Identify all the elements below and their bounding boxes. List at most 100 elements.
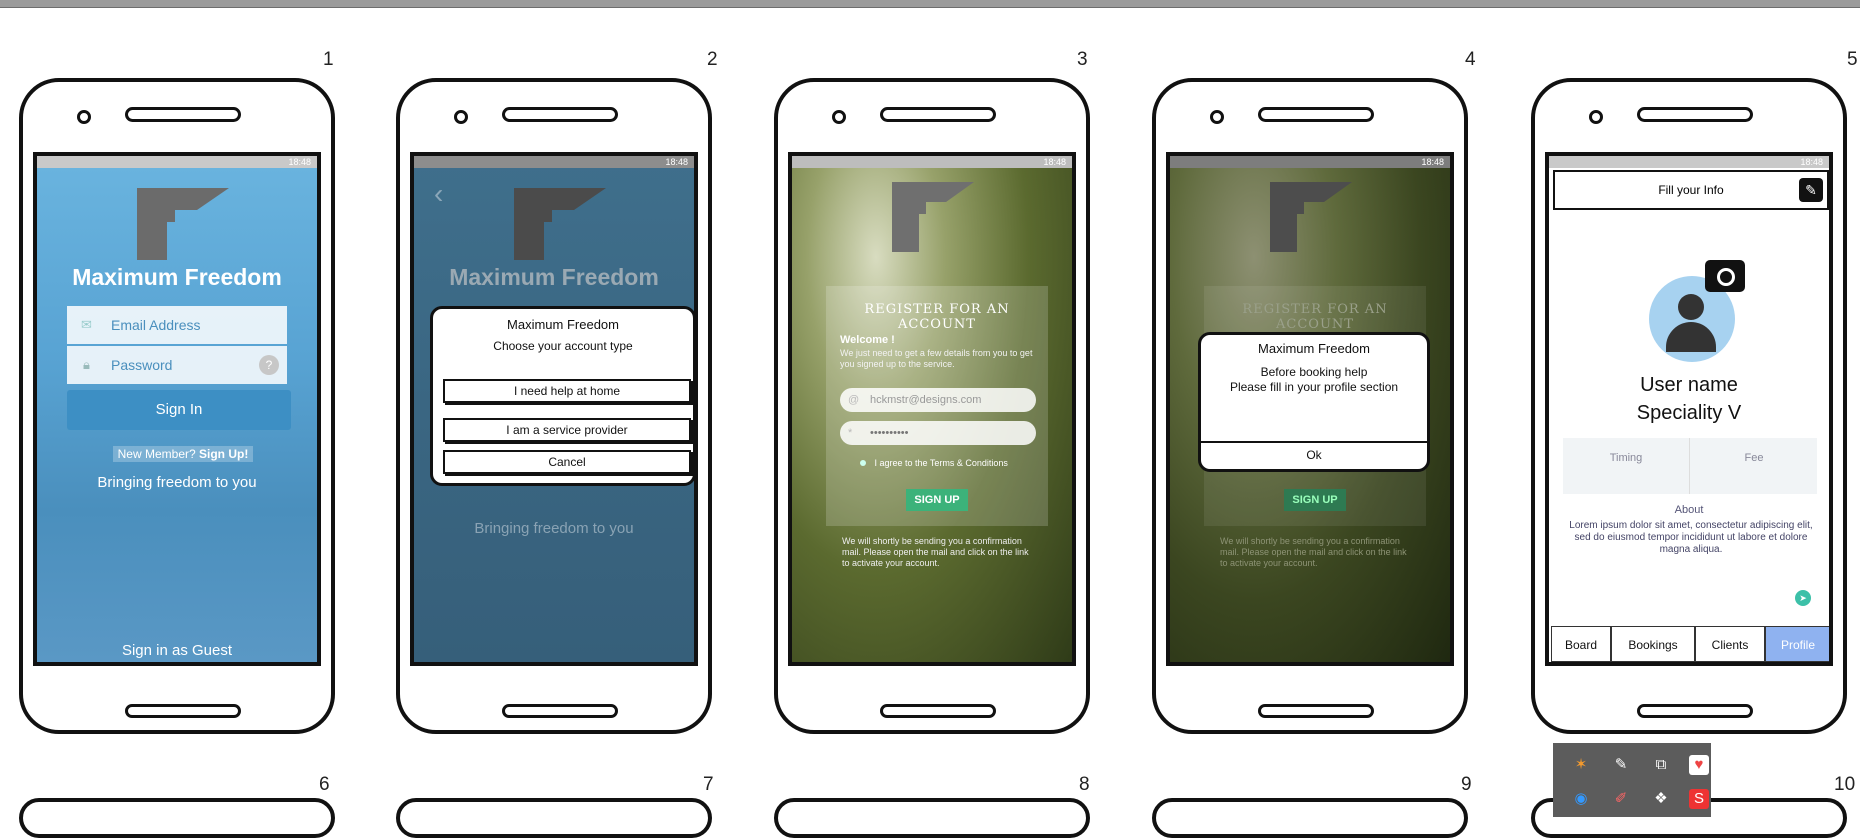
- camera-upload-icon[interactable]: [1705, 260, 1745, 292]
- tagline: Bringing freedom to you: [474, 520, 634, 537]
- terms-checkbox[interactable]: I agree to the Terms & Conditions: [860, 458, 1008, 468]
- password-input[interactable]: * ••••••••••: [840, 421, 1036, 445]
- tab-board[interactable]: Board: [1551, 626, 1611, 662]
- app-icon-5[interactable]: ◉: [1571, 789, 1591, 809]
- home-button: [880, 704, 996, 718]
- guest-sign-in-link[interactable]: Sign in as Guest: [37, 642, 317, 659]
- password-placeholder: Password: [111, 357, 173, 373]
- screen-profile: 18:48 Fill your Info ✎ User name Special…: [1545, 152, 1833, 666]
- camera-icon: [832, 110, 846, 124]
- panel-number-1: 1: [323, 49, 334, 70]
- app-logo-icon: [1270, 182, 1352, 252]
- screen-account-type: 18:48 ‹ Maximum Freedom Maximum Freedom …: [410, 152, 698, 666]
- tab-clients[interactable]: Clients: [1695, 626, 1765, 662]
- panel-number-6: 6: [319, 774, 330, 795]
- welcome-intro: We just need to get a few details from y…: [840, 348, 1033, 369]
- phone-mockup-8: [774, 798, 1090, 838]
- fee-label: Fee: [1744, 452, 1764, 464]
- need-help-button[interactable]: I need help at home: [443, 379, 691, 403]
- panel-number-4: 4: [1465, 49, 1476, 70]
- register-title: REGISTER FOR AN ACCOUNT: [1242, 302, 1388, 332]
- app-icon-6[interactable]: ✐: [1611, 789, 1631, 809]
- phone-mockup-2: 18:48 ‹ Maximum Freedom Maximum Freedom …: [396, 78, 712, 734]
- about-heading: About: [1674, 504, 1704, 516]
- home-button: [1637, 704, 1753, 718]
- phone-mockup-4: 18:48 REGISTER FOR AN ACCOUNT SIGN UP Ma…: [1152, 78, 1468, 734]
- sign-in-button[interactable]: Sign In: [67, 390, 291, 430]
- email-field[interactable]: ✉ Email Address: [67, 306, 287, 344]
- status-bar: 18:48: [37, 156, 317, 168]
- phone-mockup-6: [19, 798, 335, 838]
- asterisk-icon: *: [848, 427, 853, 439]
- app-title: Maximum Freedom: [449, 264, 659, 290]
- new-member-line: New Member? Sign Up!: [113, 446, 253, 462]
- app-icon-3[interactable]: ⧉: [1651, 755, 1671, 775]
- home-button: [502, 704, 618, 718]
- screen-register: 18:48 REGISTER FOR AN ACCOUNT Welcome ! …: [788, 152, 1076, 666]
- confirmation-note: We will shortly be sending you a confirm…: [842, 536, 1029, 568]
- window-top-bar: [0, 0, 1860, 8]
- dialog-title: Maximum Freedom: [507, 317, 619, 332]
- sign-up-button[interactable]: SIGN UP: [906, 489, 968, 511]
- phone-mockup-5: 18:48 Fill your Info ✎ User name Special…: [1531, 78, 1847, 734]
- status-bar: 18:48: [792, 156, 1072, 168]
- status-bar: 18:48: [414, 156, 694, 168]
- user-name: User name: [1640, 374, 1738, 396]
- back-arrow-icon[interactable]: ‹: [434, 178, 443, 210]
- ok-button[interactable]: Ok: [1201, 441, 1427, 469]
- app-logo-icon: [137, 188, 229, 260]
- app-icon-4[interactable]: ♥: [1689, 755, 1709, 775]
- camera-icon: [77, 110, 91, 124]
- sign-up-button: SIGN UP: [1284, 489, 1346, 511]
- panel-number-9: 9: [1461, 774, 1472, 795]
- speaker-grille: [880, 107, 996, 122]
- password-field[interactable]: 🔒︎ Password ?: [67, 346, 287, 384]
- service-provider-button[interactable]: I am a service provider: [443, 418, 691, 442]
- timing-label: Timing: [1563, 438, 1690, 494]
- dialog-line-1: Before booking help: [1260, 365, 1368, 379]
- app-icon-7[interactable]: ❖: [1651, 789, 1671, 809]
- dialog-line-2: Please fill in your profile section: [1229, 380, 1399, 394]
- profile-required-dialog: Maximum Freedom Before booking help Plea…: [1198, 332, 1430, 472]
- dialog-subtitle: Choose your account type: [493, 339, 633, 353]
- tab-profile[interactable]: Profile: [1765, 626, 1829, 662]
- panel-number-7: 7: [703, 774, 714, 795]
- app-title: Maximum Freedom: [72, 264, 282, 290]
- app-logo-icon: [892, 182, 974, 252]
- app-logo-icon: [514, 188, 606, 260]
- phone-mockup-3: 18:48 REGISTER FOR AN ACCOUNT Welcome ! …: [774, 78, 1090, 734]
- email-value: hckmstr@designs.com: [870, 394, 982, 406]
- new-member-label: New Member?: [117, 447, 196, 461]
- sign-up-link[interactable]: Sign Up!: [199, 447, 248, 461]
- phone-mockup-1: 18:48 Maximum Freedom ✉ Email Address 🔒︎…: [19, 78, 335, 734]
- phone-mockup-7: [396, 798, 712, 838]
- lock-icon: 🔒︎: [83, 357, 90, 372]
- bottom-tab-bar: Board Bookings Clients Profile: [1551, 626, 1829, 662]
- about-text: Lorem ipsum dolor sit amet, consectetur …: [1569, 520, 1813, 555]
- register-title: REGISTER FOR AN ACCOUNT: [864, 302, 1010, 332]
- speaker-grille: [1258, 107, 1374, 122]
- home-button: [125, 704, 241, 718]
- speaker-grille: [1637, 107, 1753, 122]
- app-icon-8[interactable]: S: [1689, 789, 1709, 809]
- tab-bookings[interactable]: Bookings: [1611, 626, 1695, 662]
- status-bar: 18:48: [1549, 156, 1829, 168]
- at-icon: @: [848, 394, 860, 406]
- pencil-edit-icon[interactable]: ✎: [1799, 178, 1823, 202]
- email-placeholder: Email Address: [111, 317, 201, 333]
- speciality-select[interactable]: Speciality V: [1549, 402, 1829, 425]
- email-input[interactable]: @ hckmstr@designs.com: [840, 388, 1036, 412]
- cancel-button[interactable]: Cancel: [443, 450, 691, 474]
- speaker-grille: [125, 107, 241, 122]
- camera-icon: [1589, 110, 1603, 124]
- envelope-icon: ✉: [81, 317, 92, 332]
- panel-number-10: 10: [1834, 774, 1856, 795]
- speaker-grille: [502, 107, 618, 122]
- help-icon[interactable]: ?: [259, 355, 279, 375]
- dialog-title: Maximum Freedom: [1258, 341, 1370, 356]
- screen-profile-required: 18:48 REGISTER FOR AN ACCOUNT SIGN UP Ma…: [1166, 152, 1454, 666]
- app-icon-2[interactable]: ✎: [1611, 755, 1631, 775]
- send-icon[interactable]: ➤: [1795, 590, 1811, 606]
- app-icon-1[interactable]: ✶: [1571, 755, 1591, 775]
- panel-number-2: 2: [707, 49, 718, 70]
